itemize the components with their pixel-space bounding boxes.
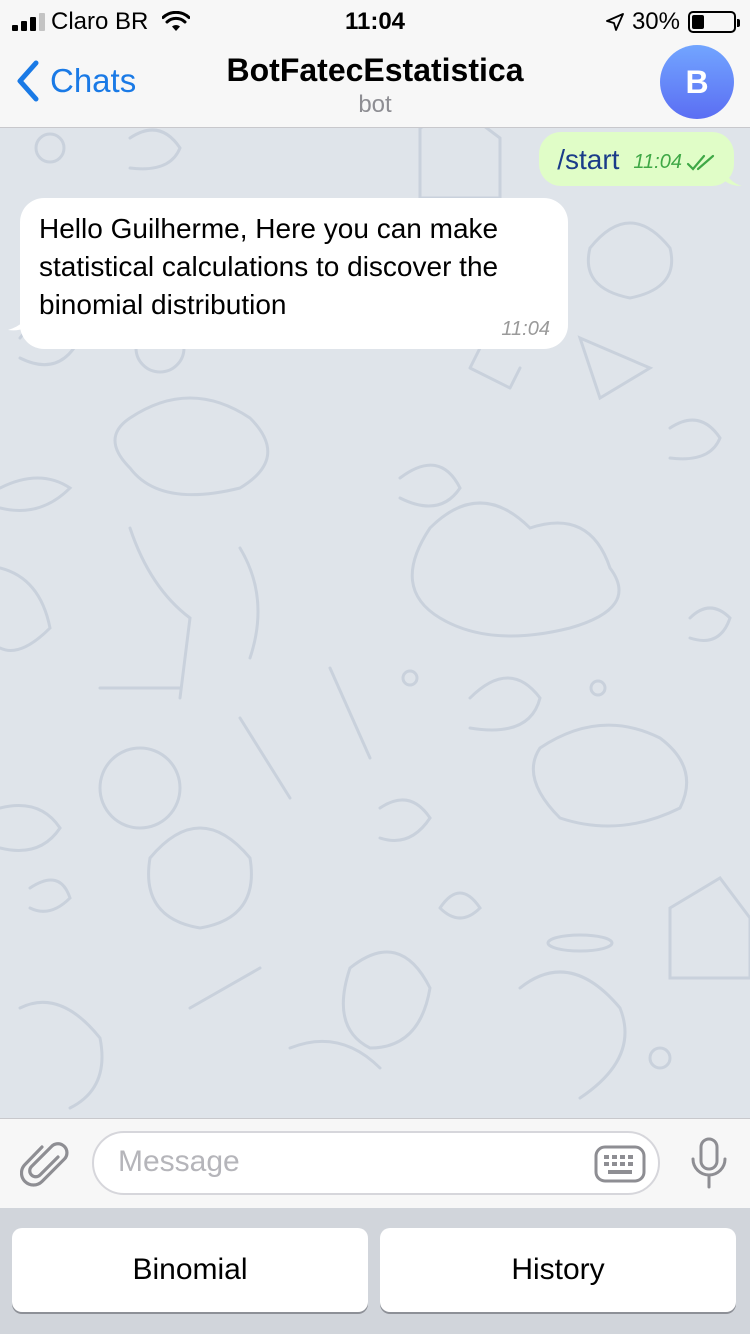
paperclip-icon[interactable] — [20, 1139, 70, 1189]
outgoing-message-time: 11:04 — [633, 151, 682, 173]
message-input-bar — [0, 1118, 750, 1208]
battery-icon — [688, 11, 740, 33]
microphone-icon[interactable] — [690, 1137, 728, 1189]
outgoing-message-text: /start — [557, 144, 620, 175]
keyboard-toggle-icon[interactable] — [594, 1145, 646, 1183]
status-bar: Claro BR 11:04 30% — [0, 0, 750, 40]
outgoing-message-bubble[interactable]: /start 11:04 — [539, 132, 734, 186]
outgoing-bubble-tail — [724, 168, 742, 186]
chat-area[interactable]: /start 11:04 Hello Guilherme, Here you c… — [0, 128, 750, 1118]
incoming-message-bubble[interactable]: Hello Guilherme, Here you can make stati… — [20, 198, 568, 349]
outgoing-message-meta: 11:04 — [633, 151, 716, 176]
incoming-message-text: Hello Guilherme, Here you can make stati… — [39, 213, 499, 320]
bot-keyboard: Binomial History — [0, 1208, 750, 1334]
chat-header: Chats BotFatecEstatistica bot B — [0, 40, 750, 128]
incoming-bubble-tail — [8, 306, 36, 331]
history-button[interactable]: History — [380, 1228, 736, 1312]
chat-subtitle: bot — [358, 91, 392, 118]
message-field — [92, 1131, 660, 1195]
status-right: 30% — [606, 8, 740, 36]
message-input[interactable] — [118, 1145, 578, 1179]
chat-title-block[interactable]: BotFatecEstatistica bot — [0, 52, 750, 119]
double-check-icon — [686, 154, 715, 171]
location-arrow-icon — [606, 13, 624, 31]
battery-percent: 30% — [631, 8, 680, 35]
chat-title: BotFatecEstatistica — [226, 52, 524, 88]
battery-fill — [692, 15, 704, 29]
binomial-button[interactable]: Binomial — [12, 1228, 368, 1312]
bot-avatar[interactable]: B — [660, 45, 734, 119]
